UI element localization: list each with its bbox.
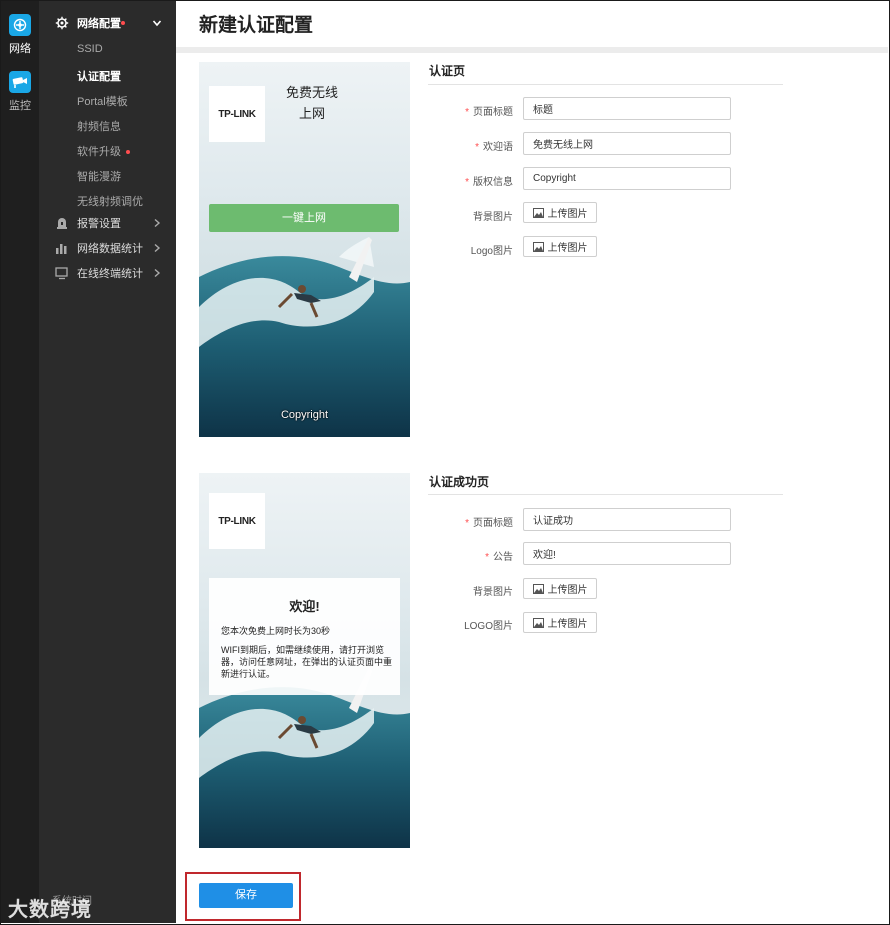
monitor-icon [55, 267, 68, 280]
nav-item-smart-roaming[interactable]: 智能漫游 [77, 168, 121, 184]
label-text: 页面标题 [473, 518, 513, 529]
success-bg-image-label: 背景图片 [473, 587, 513, 598]
label-text: 页面标题 [473, 107, 513, 118]
page-title-label: * 页面标题 [428, 103, 513, 118]
notice-label: * 公告 [428, 548, 513, 563]
chevron-right-icon [154, 218, 161, 228]
image-icon [532, 241, 544, 252]
nav-group-label: 网络数据统计 [77, 243, 143, 255]
required-mark: * [465, 518, 469, 529]
module-rail: 网络 监控 [1, 1, 39, 923]
copyright-input[interactable] [523, 167, 731, 190]
page-title: 新建认证配置 [199, 15, 314, 36]
required-mark: * [485, 552, 489, 563]
label-text: 版权信息 [473, 177, 513, 188]
nav-item-software-upgrade[interactable]: 软件升级 [77, 143, 130, 159]
upload-label: 上传图片 [547, 619, 588, 630]
copyright-label: * 版权信息 [428, 173, 513, 188]
label-text: 欢迎语 [483, 142, 513, 153]
welcome-card: 欢迎! 您本次免费上网时长为30秒 WIFI到期后，如需继续使用，请打开浏览器，… [209, 578, 400, 695]
side-nav: 网络配置 SSID 认证配置 Portal模板 射频信息 软件升级 智能漫游 无… [39, 1, 176, 923]
upload-success-logo-button[interactable]: 上传图片 [523, 612, 597, 633]
nav-group-alarm[interactable]: 报警设置 [39, 212, 176, 234]
preview-title: 免费无线 上网 [277, 82, 347, 124]
logo-image-label: Logo图片 [470, 246, 513, 257]
page-header: 新建认证配置 [176, 1, 888, 47]
bg-image-label: 背景图片 [473, 212, 513, 223]
logo-text: TP-LINK [218, 515, 256, 527]
upload-label: 上传图片 [547, 209, 588, 220]
preview-title-line1: 免费无线 [285, 85, 338, 100]
nav-item-label: 软件升级 [77, 146, 121, 158]
image-icon [532, 583, 544, 594]
welcome-input[interactable] [523, 132, 731, 155]
rail-label-network: 网络 [9, 43, 31, 55]
welcome-label: * 欢迎语 [428, 138, 513, 153]
upload-success-bg-button[interactable]: 上传图片 [523, 578, 597, 599]
required-mark: * [465, 177, 469, 188]
nav-group-label: 网络配置 [77, 18, 121, 30]
logo-box: TP-LINK [209, 493, 265, 549]
preview-title-line2: 上网 [298, 106, 325, 121]
nav-group-network-stats[interactable]: 网络数据统计 [39, 237, 176, 259]
network-icon [9, 14, 31, 36]
rail-item-network[interactable]: 网络 [1, 14, 39, 56]
nav-item-rf-info[interactable]: 射频信息 [77, 118, 121, 134]
nav-group-network-config[interactable]: 网络配置 [39, 12, 176, 34]
required-mark: * [475, 142, 479, 153]
image-icon [532, 207, 544, 218]
section-divider [428, 494, 783, 495]
success-title-input[interactable] [523, 508, 731, 531]
image-icon [532, 617, 544, 628]
nav-item-ssid[interactable]: SSID [77, 43, 103, 55]
notification-dot [126, 150, 130, 155]
preview-copyright: Copyright [280, 409, 329, 421]
rail-item-monitor[interactable]: 监控 [1, 71, 39, 113]
success-logo-image-label: LOGO图片 [464, 621, 513, 632]
one-click-login-button: 一键上网 [209, 204, 399, 232]
header-divider [176, 47, 888, 53]
alarm-icon [57, 218, 67, 229]
welcome-card-duration: 您本次免费上网时长为30秒 [221, 626, 331, 636]
upload-bg-image-button[interactable]: 上传图片 [523, 202, 597, 223]
welcome-card-title: 欢迎! [289, 599, 320, 614]
notification-dot [121, 21, 125, 25]
section-divider [428, 84, 783, 85]
rail-label-monitor: 监控 [9, 100, 31, 112]
chevron-down-icon [152, 20, 162, 27]
gear-icon [55, 16, 69, 30]
auth-section-title: 认证页 [429, 64, 466, 78]
upload-label: 上传图片 [547, 243, 588, 254]
success-page-preview: TP-LINK 欢迎! 您本次免费上网时长为30秒 WIFI到期后，如需继续使用… [199, 473, 410, 848]
camera-icon [9, 71, 31, 93]
label-text: 公告 [493, 552, 513, 563]
nav-item-auth-config[interactable]: 认证配置 [77, 68, 121, 84]
success-title-label: * 页面标题 [428, 514, 513, 529]
nav-group-label: 报警设置 [77, 218, 121, 230]
upload-label: 上传图片 [547, 585, 588, 596]
nav-group-online-terminals[interactable]: 在线终端统计 [39, 262, 176, 284]
notice-input[interactable] [523, 542, 731, 565]
nav-item-portal-template[interactable]: Portal模板 [77, 93, 128, 109]
chevron-right-icon [154, 243, 161, 253]
save-button[interactable]: 保存 [199, 883, 293, 908]
bar-chart-icon [56, 244, 67, 254]
success-section-title: 认证成功页 [429, 475, 490, 489]
watermark: 大数跨境 [8, 899, 92, 921]
nav-item-rf-tuning[interactable]: 无线射频调优 [77, 193, 143, 209]
logo-text: TP-LINK [218, 108, 256, 120]
welcome-card-notice: WIFI到期后，如需继续使用，请打开浏览器，访问任意网址，在弹出的认证页面中重新… [221, 645, 393, 679]
chevron-right-icon [154, 268, 161, 278]
upload-logo-image-button[interactable]: 上传图片 [523, 236, 597, 257]
page-title-input[interactable] [523, 97, 731, 120]
logo-box: TP-LINK [209, 86, 265, 142]
surf-wave-image [199, 237, 410, 437]
nav-group-label: 在线终端统计 [77, 268, 143, 280]
required-mark: * [465, 107, 469, 118]
auth-page-preview: TP-LINK 免费无线 上网 一键上网 Copyright [199, 62, 410, 437]
